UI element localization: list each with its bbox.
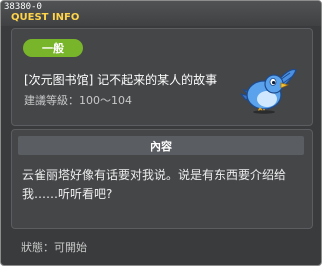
title-bar[interactable]: 38380-0 QUEST INFO — [1, 1, 321, 26]
recommended-level: 建議等級：100～104 — [24, 94, 132, 107]
quest-category-badge: 一般 — [23, 39, 83, 57]
quest-status: 狀態：可開始 — [21, 241, 87, 254]
content-header: 內容 — [18, 136, 304, 155]
quest-content-panel: 內容 云雀丽塔好像有话要对我说。说是有东西要介绍给我……听听看吧? — [11, 129, 313, 229]
quest-summary-panel: 一般 [次元图书馆] 记不起来的某人的故事 建議等級：100～104 — [11, 28, 313, 126]
window-title: QUEST INFO — [11, 12, 80, 23]
quest-id: 38380-0 — [4, 2, 42, 12]
quest-name: [次元图书馆] 记不起来的某人的故事 — [24, 73, 218, 87]
quest-info-window: 38380-0 QUEST INFO 一般 [次元图书馆] 记不起来的某人的故事… — [0, 0, 322, 266]
quest-description: 云雀丽塔好像有话要对我说。说是有东西要介绍给我……听听看吧? — [22, 168, 287, 201]
blue-bird-icon — [240, 68, 297, 114]
